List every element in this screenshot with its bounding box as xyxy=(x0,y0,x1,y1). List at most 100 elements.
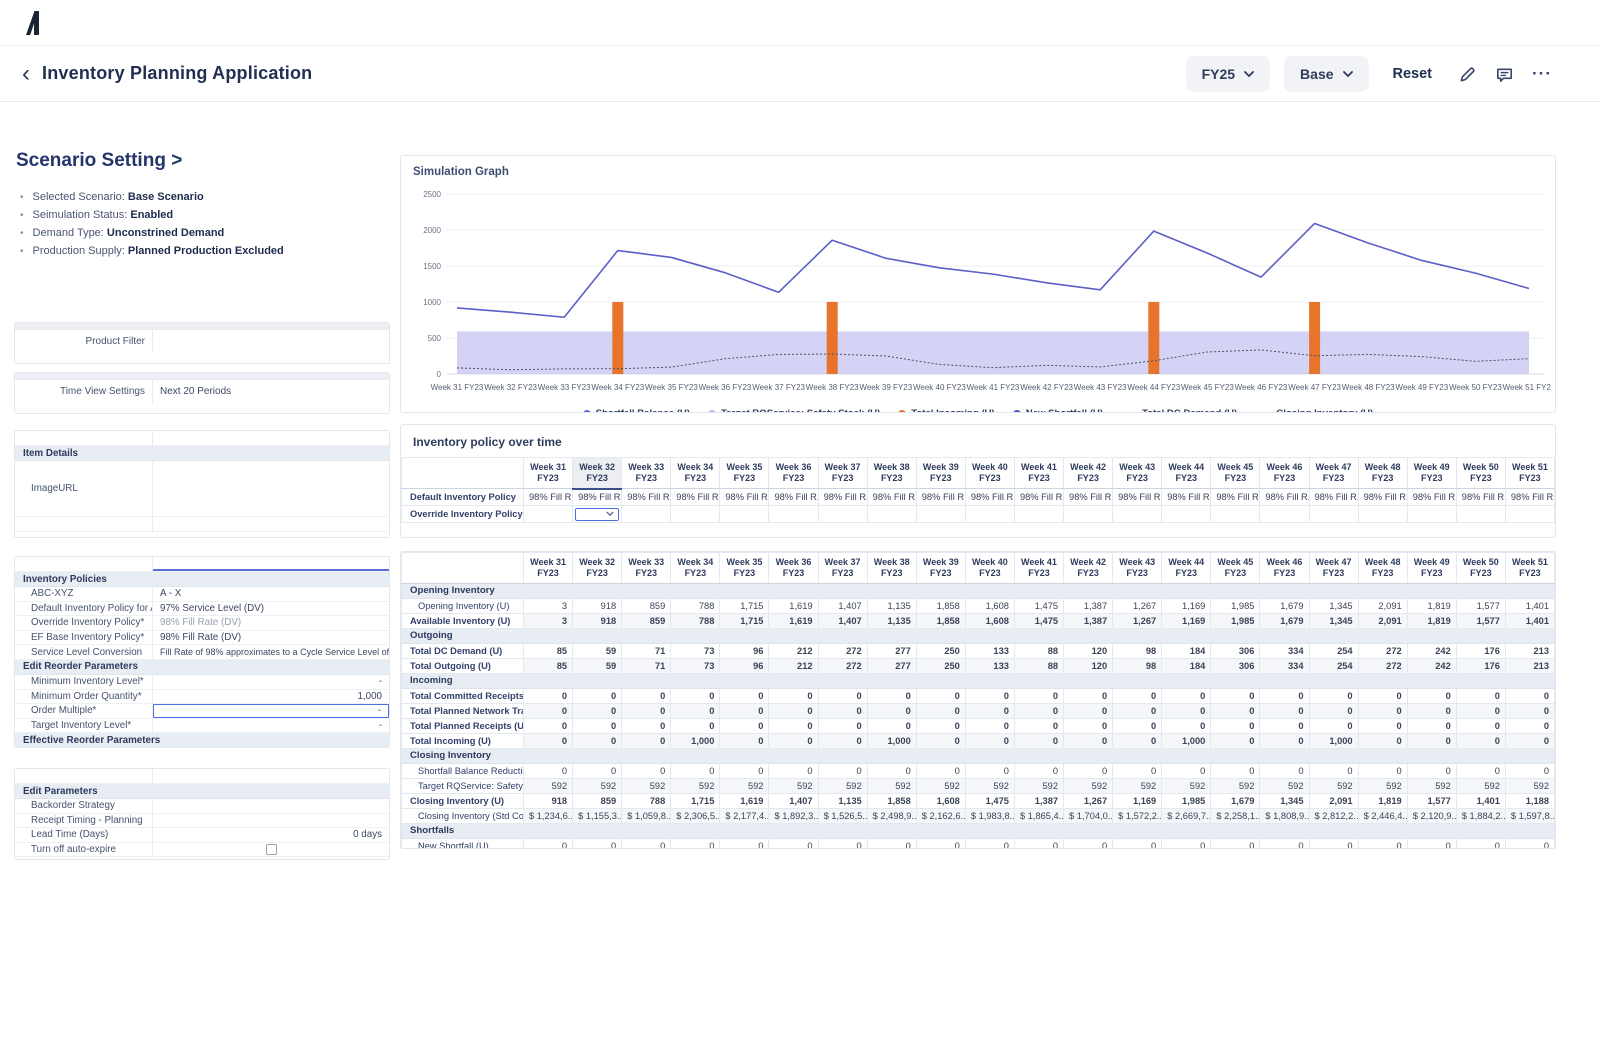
table-cell[interactable]: 1,619 xyxy=(769,613,818,628)
table-cell[interactable]: 0 xyxy=(1113,718,1162,733)
week-column-header[interactable]: Week 37FY23 xyxy=(818,458,867,489)
table-cell[interactable]: 788 xyxy=(671,613,720,628)
table-cell[interactable]: 0 xyxy=(818,763,867,778)
table-cell[interactable]: 1,819 xyxy=(1407,613,1456,628)
policy-cell[interactable]: 98% Fill R.. xyxy=(1211,489,1260,506)
table-cell[interactable]: 250 xyxy=(916,643,965,658)
table-cell[interactable]: 1,679 xyxy=(1260,613,1309,628)
table-cell[interactable]: 59 xyxy=(573,658,622,673)
table-cell[interactable]: 592 xyxy=(671,778,720,793)
policy-cell[interactable] xyxy=(671,506,720,523)
table-cell[interactable]: 0 xyxy=(1309,838,1358,849)
table-cell[interactable]: 0 xyxy=(1064,703,1113,718)
table-cell[interactable]: 0 xyxy=(1505,688,1554,703)
panel-row-value[interactable]: Fill Rate of 98% approximates to a Cycle… xyxy=(153,645,389,659)
policy-cell[interactable] xyxy=(573,506,622,523)
table-cell[interactable]: 0 xyxy=(1113,688,1162,703)
table-cell[interactable]: 1,608 xyxy=(965,598,1014,613)
table-cell[interactable]: 592 xyxy=(524,778,573,793)
table-cell[interactable]: 1,387 xyxy=(1064,613,1113,628)
week-column-header[interactable]: Week 40FY23 xyxy=(965,458,1014,489)
table-cell[interactable]: 0 xyxy=(720,703,769,718)
table-cell[interactable]: 1,267 xyxy=(1064,793,1113,808)
table-cell[interactable]: 0 xyxy=(769,688,818,703)
edit-pencil-icon[interactable] xyxy=(1456,63,1479,86)
table-cell[interactable]: 1,858 xyxy=(916,613,965,628)
panel-row-value[interactable] xyxy=(153,814,389,828)
table-cell[interactable]: 0 xyxy=(1407,703,1456,718)
week-column-header[interactable]: Week 35FY23 xyxy=(720,458,769,489)
table-cell[interactable]: 0 xyxy=(1113,703,1162,718)
week-column-header[interactable]: Week 44FY23 xyxy=(1162,553,1211,584)
table-cell[interactable]: 212 xyxy=(769,643,818,658)
panel-row-value[interactable] xyxy=(153,799,389,813)
policy-cell[interactable] xyxy=(1505,506,1554,523)
table-cell[interactable]: 0 xyxy=(573,838,622,849)
week-column-header[interactable]: Week 33FY23 xyxy=(622,553,671,584)
table-cell[interactable]: 1,169 xyxy=(1162,613,1211,628)
table-cell[interactable]: $ 2,177,4... xyxy=(720,808,769,823)
table-cell[interactable]: 592 xyxy=(1211,778,1260,793)
policy-cell[interactable] xyxy=(916,506,965,523)
table-cell[interactable]: 0 xyxy=(1456,763,1505,778)
policy-cell[interactable] xyxy=(1211,506,1260,523)
table-cell[interactable]: 1,819 xyxy=(1358,793,1407,808)
table-cell[interactable]: 1,000 xyxy=(1162,733,1211,748)
table-cell[interactable]: 0 xyxy=(1309,718,1358,733)
table-cell[interactable]: 918 xyxy=(573,613,622,628)
table-cell[interactable]: 0 xyxy=(1309,688,1358,703)
legend-item[interactable]: Total DC Demand (U) xyxy=(1121,408,1237,413)
table-cell[interactable]: $ 1,884,2... xyxy=(1456,808,1505,823)
policy-cell[interactable]: 98% Fill R.. xyxy=(573,489,622,506)
table-cell[interactable]: 212 xyxy=(769,658,818,673)
table-cell[interactable]: 0 xyxy=(867,688,916,703)
table-cell[interactable]: 0 xyxy=(524,763,573,778)
week-column-header[interactable]: Week 31FY23 xyxy=(524,553,573,584)
week-column-header[interactable]: Week 38FY23 xyxy=(867,553,916,584)
table-cell[interactable]: 0 xyxy=(1211,763,1260,778)
table-cell[interactable]: 0 xyxy=(1113,838,1162,849)
table-cell[interactable]: 242 xyxy=(1407,643,1456,658)
policy-cell[interactable] xyxy=(1456,506,1505,523)
table-cell[interactable]: 0 xyxy=(1014,688,1063,703)
week-column-header[interactable]: Week 43FY23 xyxy=(1113,458,1162,489)
table-cell[interactable]: 59 xyxy=(573,643,622,658)
table-cell[interactable]: 0 xyxy=(916,703,965,718)
table-cell[interactable]: 592 xyxy=(1505,778,1554,793)
table-cell[interactable]: 96 xyxy=(720,658,769,673)
table-cell[interactable]: 592 xyxy=(867,778,916,793)
table-cell[interactable]: 0 xyxy=(1260,703,1309,718)
week-column-header[interactable]: Week 51FY23 xyxy=(1505,553,1554,584)
policy-cell[interactable] xyxy=(769,506,818,523)
scenario-dropdown[interactable]: Base xyxy=(1284,56,1368,92)
table-cell[interactable]: 1,401 xyxy=(1505,598,1554,613)
table-cell[interactable]: 0 xyxy=(1456,838,1505,849)
table-cell[interactable]: 176 xyxy=(1456,658,1505,673)
table-cell[interactable]: $ 1,983,8... xyxy=(965,808,1014,823)
table-cell[interactable]: 0 xyxy=(769,763,818,778)
table-cell[interactable]: 0 xyxy=(1260,718,1309,733)
table-cell[interactable]: 277 xyxy=(867,658,916,673)
table-cell[interactable]: 592 xyxy=(1456,778,1505,793)
table-cell[interactable]: 1,577 xyxy=(1407,793,1456,808)
week-column-header[interactable]: Week 40FY23 xyxy=(965,553,1014,584)
table-cell[interactable]: 0 xyxy=(1064,718,1113,733)
panel-row-value[interactable]: 1,000 xyxy=(153,690,389,704)
table-cell[interactable]: 918 xyxy=(524,793,573,808)
table-cell[interactable]: 2,091 xyxy=(1309,793,1358,808)
table-cell[interactable]: 0 xyxy=(818,718,867,733)
week-column-header[interactable]: Week 41FY23 xyxy=(1014,553,1063,584)
table-cell[interactable]: 0 xyxy=(1162,718,1211,733)
panel-row-value[interactable] xyxy=(153,857,389,860)
table-cell[interactable]: 592 xyxy=(1113,778,1162,793)
policy-cell[interactable]: 98% Fill R.. xyxy=(965,489,1014,506)
table-cell[interactable]: 0 xyxy=(1456,718,1505,733)
table-cell[interactable]: 0 xyxy=(965,838,1014,849)
week-column-header[interactable]: Week 38FY23 xyxy=(867,458,916,489)
table-cell[interactable]: 184 xyxy=(1162,658,1211,673)
policy-cell[interactable] xyxy=(867,506,916,523)
table-cell[interactable]: 1,169 xyxy=(1162,598,1211,613)
table-cell[interactable]: 1,401 xyxy=(1505,613,1554,628)
table-cell[interactable]: 1,000 xyxy=(867,733,916,748)
table-cell[interactable]: 133 xyxy=(965,658,1014,673)
